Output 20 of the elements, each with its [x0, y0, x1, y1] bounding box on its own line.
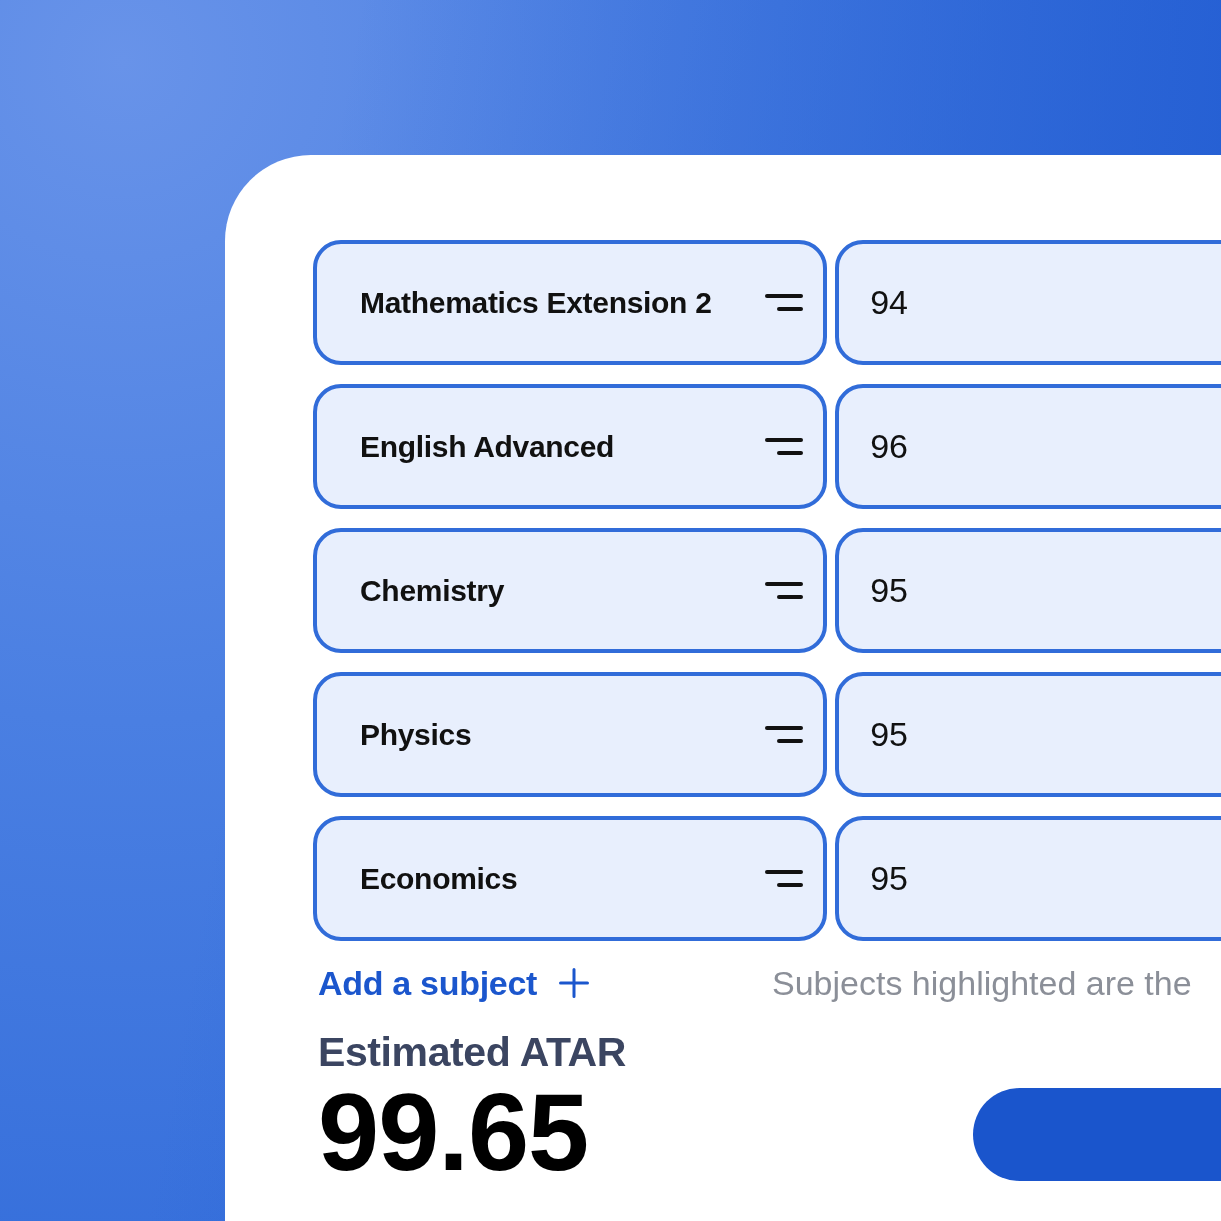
lines-icon	[765, 726, 804, 743]
subject-select[interactable]: Physics	[313, 672, 828, 797]
lines-icon	[765, 438, 804, 455]
subject-select[interactable]: Economics	[313, 816, 828, 941]
lines-icon	[765, 870, 804, 887]
result-value: 99.65	[317, 1077, 590, 1187]
lines-icon	[765, 294, 804, 311]
lines-icon	[765, 582, 804, 599]
result-label: Estimated ATAR	[318, 1027, 627, 1077]
score-field[interactable]: 95	[835, 816, 1221, 941]
plus-icon	[559, 968, 590, 999]
subject-select[interactable]: English Advanced	[313, 384, 828, 509]
hint-text: Subjects highlighted are the	[772, 963, 1192, 1004]
subject-select[interactable]: Chemistry	[313, 528, 828, 653]
score-field[interactable]: 96	[835, 384, 1221, 509]
score-field[interactable]: 95	[835, 672, 1221, 797]
score-field[interactable]: 95	[835, 528, 1221, 653]
subject-select[interactable]: Mathematics Extension 2	[313, 240, 828, 365]
add-subject-link[interactable]: Add a subject	[318, 963, 590, 1004]
score-field[interactable]: 94	[835, 240, 1221, 365]
